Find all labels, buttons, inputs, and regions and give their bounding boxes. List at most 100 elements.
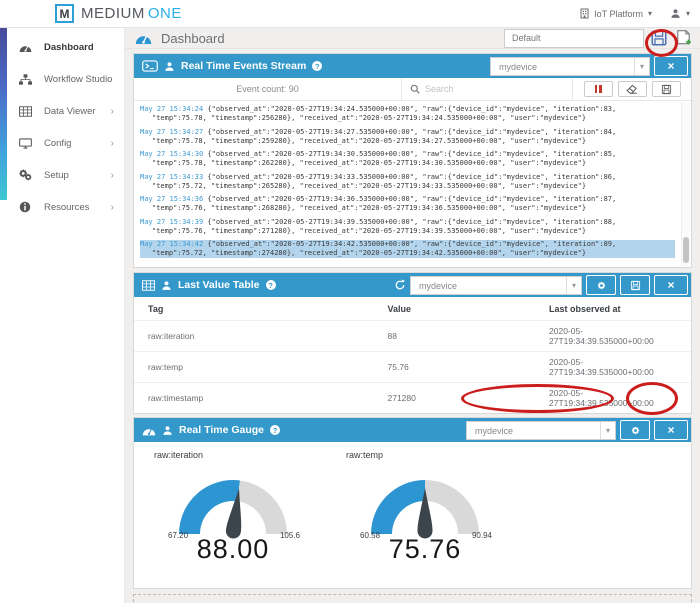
sidebar-item-resources[interactable]: Resources ›: [0, 191, 124, 223]
chevron-right-icon: ›: [110, 201, 114, 213]
new-dashboard-button[interactable]: [674, 28, 693, 48]
export-stream-button[interactable]: [651, 81, 681, 97]
scrollbar[interactable]: [681, 102, 690, 266]
log-entry[interactable]: May 27 15:34:36 {"observed_at":"2020-05-…: [140, 195, 675, 213]
gauge-min-label: 67.20: [168, 531, 189, 540]
chevron-right-icon: ›: [110, 105, 114, 117]
sitemap-icon: [19, 73, 33, 85]
medium-one-logo[interactable]: M MEDIUM ONE: [55, 4, 182, 23]
building-icon: [580, 8, 589, 19]
column-header-last-observed: Last observed at: [549, 304, 621, 314]
device-select-value: mydevice: [419, 280, 458, 291]
save-dashboard-button[interactable]: [649, 28, 669, 48]
help-icon[interactable]: ?: [312, 61, 323, 71]
close-widget-button[interactable]: ×: [654, 275, 688, 295]
cell-value: 75.76: [373, 351, 536, 383]
gauge-widget-header: Real Time Gauge ? mydevice ▾ ×: [134, 418, 691, 442]
chevron-down-icon: ▾: [685, 9, 690, 18]
sidebar-item-workflow-studio[interactable]: Workflow Studio: [0, 63, 124, 95]
pause-stream-button[interactable]: [583, 81, 613, 97]
help-icon[interactable]: ?: [265, 280, 276, 290]
sidebar-item-label: Workflow Studio: [44, 73, 113, 85]
events-stream-header: Real Time Events Stream ? mydevice ▾ ×: [134, 54, 691, 78]
dashboard-icon: [135, 35, 152, 44]
scrollbar-thumb[interactable]: [683, 237, 689, 263]
page-title: Dashboard: [161, 30, 225, 46]
event-count: Event count: 90: [134, 78, 402, 100]
terminal-icon: [142, 60, 158, 72]
close-widget-button[interactable]: ×: [654, 420, 688, 440]
sidebar-item-setup[interactable]: Setup ›: [0, 159, 124, 191]
logo-text: MEDIUM ONE: [81, 5, 182, 22]
platform-label: IoT Platform: [594, 8, 643, 19]
cell-value: 271280: [373, 382, 536, 413]
sidebar-item-dashboard[interactable]: Dashboard: [0, 31, 124, 63]
search-box[interactable]: [402, 78, 573, 100]
cell-tag: raw:timestamp: [134, 382, 374, 413]
user-menu[interactable]: ▾: [670, 8, 690, 19]
sidebar-item-label: Dashboard: [44, 41, 94, 53]
log-entry[interactable]: May 27 15:34:33 {"observed_at":"2020-05-…: [140, 173, 675, 191]
widget-title: Real Time Gauge: [179, 424, 265, 436]
user-icon: [163, 425, 172, 435]
chevron-right-icon: ›: [110, 169, 114, 181]
log-entry[interactable]: May 27 15:34:27 {"observed_at":"2020-05-…: [140, 128, 675, 146]
log-entry[interactable]: May 27 15:34:39 {"observed_at":"2020-05-…: [140, 218, 675, 236]
chevron-down-icon: ▾: [566, 276, 581, 294]
save-icon: [661, 84, 671, 94]
widget-title: Real Time Events Stream: [181, 60, 307, 72]
add-widget-panel: Add Widget: [133, 594, 692, 603]
refresh-icon[interactable]: [394, 279, 406, 291]
gauge-max-label: 90.94: [471, 531, 492, 540]
log-entry[interactable]: May 27 15:34:24 {"observed_at":"2020-05-…: [140, 105, 675, 123]
last-value-table: Tag Value Last observed at raw:iteration…: [134, 297, 691, 413]
info-icon: [19, 201, 33, 213]
table-row[interactable]: raw:temp 75.76 2020-05-27T19:34:39.53500…: [134, 351, 691, 383]
sidebar-item-config[interactable]: Config ›: [0, 127, 124, 159]
settings-button[interactable]: [586, 275, 616, 295]
platform-menu[interactable]: IoT Platform ▾: [580, 8, 652, 19]
eraser-icon: [626, 84, 637, 94]
help-icon[interactable]: ?: [270, 425, 281, 435]
device-select[interactable]: mydevice ▾: [490, 56, 650, 76]
search-input[interactable]: [425, 84, 545, 94]
cell-value: 88: [373, 320, 536, 352]
cell-tag: raw:iteration: [134, 320, 374, 352]
gauge-body: raw:iteration 67.20 105.6 88.00 raw:temp: [134, 442, 691, 588]
page-titlebar: Dashboard: [125, 28, 700, 49]
gauge-title: raw:iteration: [154, 450, 204, 460]
real-time-gauge-widget: Real Time Gauge ? mydevice ▾ × raw:itera…: [133, 417, 692, 589]
last-value-table-header: Last Value Table ? mydevice ▾ ×: [134, 273, 691, 297]
save-widget-button[interactable]: [620, 275, 650, 295]
chevron-right-icon: ›: [110, 137, 114, 149]
gear-icon: [597, 281, 605, 289]
user-icon: [162, 280, 171, 290]
add-dashboard-icon: [677, 30, 691, 45]
chevron-down-icon: ▾: [634, 57, 649, 75]
monitor-icon: [19, 137, 33, 149]
close-widget-button[interactable]: ×: [654, 56, 688, 76]
table-row[interactable]: raw:timestamp 271280 2020-05-27T19:34:39…: [134, 382, 691, 413]
sidebar: Dashboard Workflow Studio Data Viewer › …: [0, 28, 125, 603]
sidebar-item-data-viewer[interactable]: Data Viewer ›: [0, 95, 124, 127]
dashboard-name-input[interactable]: [504, 28, 644, 48]
dashboard-icon: [19, 42, 33, 53]
gauge-raw-temp: raw:temp 60.58 90.94 75.76: [336, 448, 514, 588]
gauge-raw-iteration: raw:iteration 67.20 105.6 88.00: [144, 448, 322, 588]
log-entry-selected[interactable]: May 27 15:34:42 {"observed_at":"2020-05-…: [140, 240, 675, 258]
search-icon: [410, 84, 420, 94]
log-entry[interactable]: May 27 15:34:30 {"observed_at":"2020-05-…: [140, 150, 675, 168]
gauge-chart: [371, 480, 479, 539]
gear-icon: [631, 426, 639, 434]
table-row[interactable]: raw:iteration 88 2020-05-27T19:34:39.535…: [134, 320, 691, 352]
cell-last-observed: 2020-05-27T19:34:39.535000+00:00: [535, 382, 691, 413]
clear-stream-button[interactable]: [617, 81, 647, 97]
user-icon: [671, 9, 680, 18]
device-select[interactable]: mydevice ▾: [410, 275, 582, 295]
settings-button[interactable]: [620, 420, 650, 440]
app-header: M MEDIUM ONE IoT Platform ▾ ▾: [0, 0, 700, 28]
device-select[interactable]: mydevice ▾: [466, 420, 616, 440]
column-header-value: Value: [387, 304, 412, 314]
event-log[interactable]: May 27 15:34:24 {"observed_at":"2020-05-…: [134, 101, 691, 267]
save-icon: [630, 280, 640, 290]
